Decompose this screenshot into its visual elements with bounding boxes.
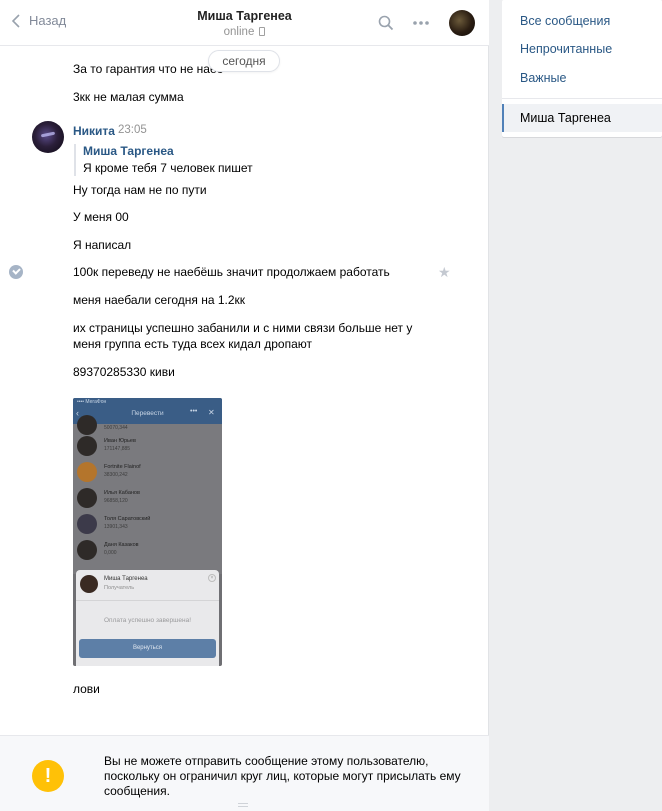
write-blocked-notice: ! Вы не можете отправить сообщение этому… — [0, 735, 489, 811]
attachment-payment-sheet: Миша Таргенеа Получатель × Оплата успешн… — [76, 570, 219, 666]
attachment-contact-balance: 0,000 — [104, 550, 117, 556]
forwarded-author[interactable]: Миша Таргенеа — [83, 144, 253, 159]
attachment-contact-balance: 50070,344 — [104, 425, 128, 431]
menu-item-current-conversation[interactable]: Миша Таргенеа — [502, 104, 662, 132]
sender-avatar[interactable] — [32, 121, 64, 153]
attachment-return-button: Вернуться — [79, 639, 216, 658]
attachment-contact-balance: 13901,343 — [104, 524, 128, 530]
peer-avatar[interactable] — [449, 10, 475, 36]
attachment-contact-name: Толя Саратовский — [104, 516, 151, 522]
message-text: 89370285330 киви — [73, 365, 175, 379]
sender-name[interactable]: Никита — [73, 124, 115, 138]
warning-line: Вы не можете отправить сообщение этому п… — [104, 754, 429, 768]
photo-attachment[interactable]: •••• МегаФон ‹ Перевести ••• ✕ 50070,344… — [73, 398, 222, 666]
attachment-recipient-avatar — [80, 575, 98, 593]
attachment-contact-row: Даня Казаков 0,000 — [77, 539, 217, 563]
divider — [76, 600, 219, 601]
message-text: 3кк не малая сумма — [73, 90, 184, 104]
message-text: У меня 00 — [73, 210, 129, 224]
chat-header: Назад Миша Таргенеа online — [0, 0, 489, 46]
star-icon[interactable]: ★ — [438, 264, 451, 281]
conversation-filter-menu: Все сообщения Непрочитанные Важные Миша … — [502, 0, 662, 137]
mobile-icon — [259, 27, 266, 36]
attachment-status-bar: •••• МегаФон — [77, 399, 107, 405]
menu-item-all-messages[interactable]: Все сообщения — [520, 14, 610, 28]
chat-panel: Назад Миша Таргенеа online За то гаранти… — [0, 0, 489, 811]
attachment-contact-row: Иван Юрьев 171147,885 — [77, 435, 217, 459]
forwarded-message[interactable]: Миша Таргенеа Я кроме тебя 7 человек пиш… — [74, 144, 253, 176]
resize-handle[interactable] — [238, 803, 248, 807]
menu-item-important[interactable]: Важные — [520, 71, 567, 85]
search-icon[interactable] — [378, 15, 394, 31]
message-text: их страницы успешно забанили и с ними св… — [73, 321, 413, 335]
attachment-contact-balance: 96858,120 — [104, 498, 128, 504]
peer-status-text: online — [223, 26, 255, 38]
attachment-contact-name: Даня Казаков — [104, 542, 139, 548]
attachment-contact-name: Илья Кабанов — [104, 490, 140, 496]
attachment-contact-name: Иван Юрьев — [104, 438, 136, 444]
attachment-contact-row: Илья Кабанов 96858,120 — [77, 487, 217, 511]
attachment-contact-avatar — [77, 488, 97, 508]
warning-text: Вы не можете отправить сообщение этому п… — [104, 754, 464, 799]
forwarded-text: Я кроме тебя 7 человек пишет — [83, 161, 253, 175]
attachment-sheet-close-icon: × — [208, 574, 216, 582]
attachment-contact-avatar — [77, 540, 97, 560]
attachment-contact-avatar — [77, 514, 97, 534]
attachment-contact-avatar — [77, 415, 97, 435]
attachment-contact-balance: 171147,885 — [104, 446, 131, 452]
attachment-contact-name: Fortnite Flainof — [104, 464, 141, 470]
attachment-contact-avatar — [77, 436, 97, 456]
warning-icon: ! — [32, 760, 64, 792]
attachment-contact-row: Fortnite Flainof 38300,242 — [77, 461, 217, 485]
message-text: За то гарантия что не наеб — [73, 62, 224, 76]
attachment-recipient-role: Получатель — [104, 585, 135, 591]
warning-line: поскольку он ограничил круг лиц, которые… — [104, 769, 461, 783]
attachment-success-text: Оплата успешно завершена! — [104, 617, 191, 624]
more-icon[interactable] — [412, 20, 430, 26]
attachment-contact-row: Толя Саратовский 13901,343 — [77, 513, 217, 537]
selected-check-icon[interactable] — [9, 265, 23, 279]
peer-status: online — [0, 26, 489, 38]
message-text: Ну тогда нам не по пути — [73, 183, 207, 197]
attachment-recipient-name: Миша Таргенеа — [104, 576, 148, 582]
attachment-contact-balance: 38300,242 — [104, 472, 128, 478]
message-text: меня наебали сегодня на 1.2кк — [73, 293, 246, 307]
divider — [502, 98, 662, 99]
menu-item-label: Миша Таргенеа — [520, 111, 611, 125]
message-text: меня группа есть туда всех кидал дропают — [73, 337, 313, 351]
message-time[interactable]: 23:05 — [118, 124, 147, 136]
message-text: 100к переведу не наебёшь значит продолжа… — [73, 265, 390, 279]
attachment-contact-list: 50070,344 Иван Юрьев 171147,885 Fortnite… — [73, 415, 222, 574]
date-divider: сегодня — [208, 50, 280, 72]
menu-item-unread[interactable]: Непрочитанные — [520, 42, 612, 56]
attachment-contact-avatar — [77, 462, 97, 482]
message-text: лови — [73, 682, 100, 696]
message-text: Я написал — [73, 238, 132, 252]
warning-line: сообщения. — [104, 784, 170, 798]
